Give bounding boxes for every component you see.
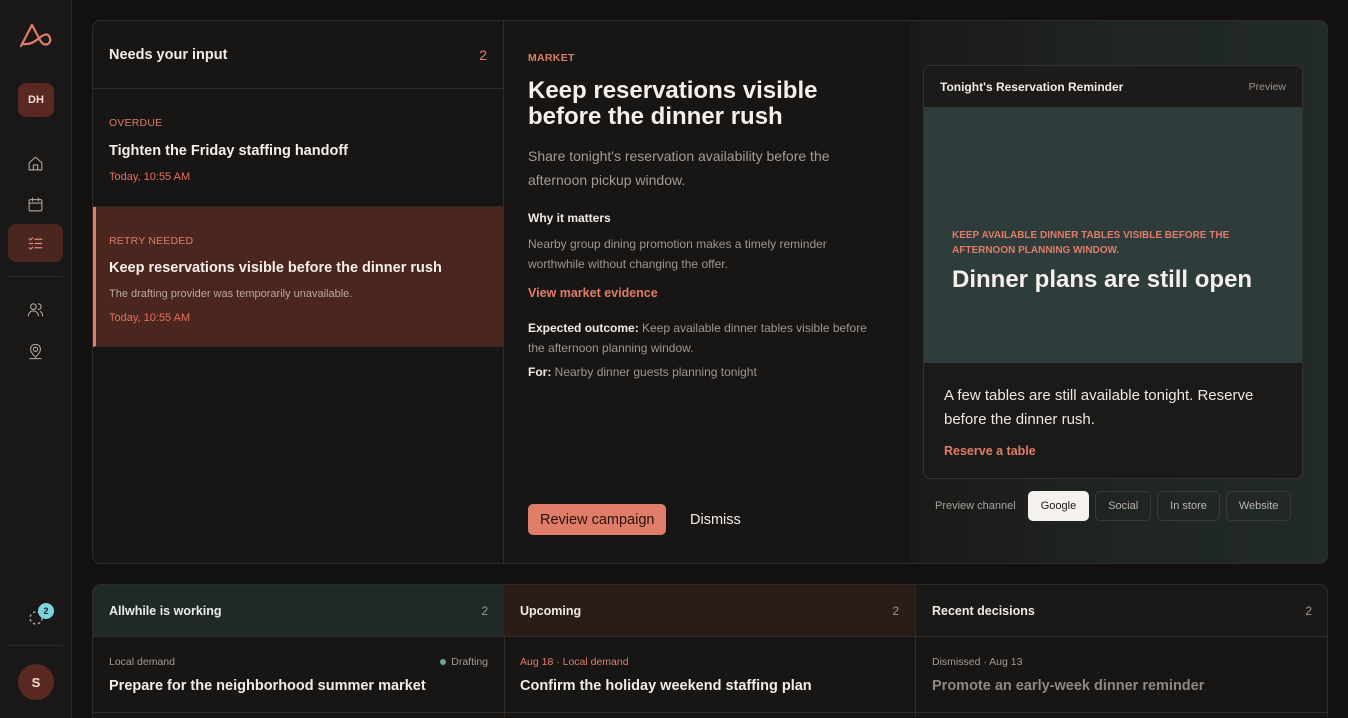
channel-label: Preview channel [935, 500, 1016, 512]
upcoming-column: Upcoming 2 Aug 18 · Local demand Confirm… [504, 585, 916, 718]
item-time: Today, 10:55 AM [109, 171, 191, 183]
item-time: Today, 10:55 AM [109, 312, 191, 324]
item-status: Drafting [440, 656, 488, 668]
column-header: Recent decisions 2 [916, 585, 1327, 637]
preview-headline: Dinner plans are still open [952, 266, 1253, 293]
dismiss-button[interactable]: Dismiss [690, 504, 741, 535]
recent-decisions-column: Recent decisions 2 Dismissed · Aug 13 Pr… [916, 585, 1327, 718]
column-count: 2 [892, 603, 899, 618]
working-column: Allwhile is working 2 Local demand Draft… [93, 585, 505, 718]
item-meta: Local demand [109, 656, 175, 668]
preview-tag: Preview [1248, 80, 1286, 93]
item-note: The drafting provider was temporarily un… [109, 288, 353, 300]
nav-tasks[interactable] [8, 224, 63, 262]
home-icon [28, 156, 43, 170]
item-title: Prepare for the neighborhood summer mark… [109, 678, 426, 694]
preview-body: A few tables are still available tonight… [944, 387, 1254, 428]
preview-area: Tonight's Reservation Reminder Preview K… [910, 21, 1327, 563]
inbox-item-retry-selected[interactable]: RETRY NEEDED Keep reservations visible b… [93, 207, 503, 347]
preview-eyebrow: KEEP AVAILABLE DINNER TABLES VISIBLE BEF… [952, 230, 1230, 256]
item-tag: RETRY NEEDED [109, 235, 194, 247]
nav-location[interactable] [8, 332, 63, 370]
channel-social[interactable]: Social [1095, 491, 1152, 521]
needs-input-header: Needs your input 2 [93, 21, 503, 89]
reserve-table-link[interactable]: Reserve a table [944, 444, 1036, 458]
decision-panel: Needs your input 2 OVERDUE Tighten the F… [92, 20, 1328, 564]
sidebar: DH 2 S [0, 0, 72, 718]
sidebar-divider [8, 645, 63, 646]
column-count: 2 [481, 603, 488, 618]
board-item[interactable]: Local demand Drafting Prepare for the ne… [93, 637, 504, 713]
channel-website[interactable]: Website [1225, 491, 1292, 521]
preview-title: Tonight's Reservation Reminder [940, 79, 1124, 94]
needs-input-count: 2 [479, 46, 487, 63]
nav-home[interactable] [8, 144, 63, 182]
location-person-icon [29, 343, 42, 359]
sidebar-divider [8, 276, 63, 277]
preview-channel-selector: Preview channel Google Social In store W… [923, 491, 1292, 521]
detail-category: MARKET [528, 52, 575, 64]
status-label: Drafting [451, 656, 488, 668]
item-title: Keep reservations visible before the din… [109, 260, 442, 276]
column-title: Recent decisions [932, 603, 1035, 618]
detail-headline: Keep reservations visible before the din… [528, 77, 818, 130]
column-header: Allwhile is working 2 [93, 585, 504, 637]
detail-subhead: Share tonight's reservation availability… [528, 148, 830, 188]
channel-in-store[interactable]: In store [1157, 491, 1220, 521]
workspace-avatar[interactable]: DH [18, 83, 54, 117]
activity-count-badge: 2 [38, 603, 54, 619]
tasks-icon [28, 236, 43, 250]
calendar-icon [28, 197, 43, 211]
item-tag: OVERDUE [109, 117, 163, 129]
why-text: Nearby group dining promotion makes a ti… [528, 237, 827, 271]
item-title: Confirm the holiday weekend staffing pla… [520, 678, 812, 694]
board-item[interactable]: Aug 18 · Local demand Confirm the holida… [504, 637, 915, 713]
review-campaign-button[interactable]: Review campaign [528, 504, 667, 535]
nav-people[interactable] [8, 290, 63, 328]
outcome-label: Expected outcome: [528, 321, 639, 335]
view-market-evidence-link[interactable]: View market evidence [528, 286, 658, 300]
people-icon [27, 302, 44, 316]
item-meta: Aug 18 · Local demand [520, 656, 629, 668]
needs-input-list: Needs your input 2 OVERDUE Tighten the F… [93, 21, 504, 563]
audience: For: Nearby dinner guests planning tonig… [528, 362, 868, 382]
status-dot-icon [440, 659, 447, 665]
column-title: Allwhile is working [109, 603, 222, 618]
needs-input-title: Needs your input [109, 46, 228, 63]
item-title: Tighten the Friday staffing handoff [109, 143, 348, 159]
why-heading: Why it matters [528, 211, 611, 225]
column-count: 2 [1305, 603, 1312, 618]
audience-text: Nearby dinner guests planning tonight [554, 365, 757, 379]
column-title: Upcoming [520, 603, 582, 618]
column-header: Upcoming 2 [504, 585, 915, 637]
for-label: For: [528, 365, 552, 379]
item-meta: Dismissed · Aug 13 [932, 656, 1023, 668]
user-avatar[interactable]: S [18, 664, 54, 700]
status-board: Allwhile is working 2 Local demand Draft… [92, 584, 1328, 718]
inbox-item-overdue[interactable]: OVERDUE Tighten the Friday staffing hand… [93, 89, 503, 207]
channel-google[interactable]: Google [1027, 491, 1090, 521]
board-item[interactable]: Dismissed · Aug 13 Promote an early-week… [916, 637, 1327, 713]
ad-preview-card: Tonight's Reservation Reminder Preview K… [923, 65, 1303, 479]
preview-header: Tonight's Reservation Reminder Preview [924, 66, 1302, 107]
nav-calendar[interactable] [8, 185, 63, 223]
app-logo-icon[interactable] [19, 22, 53, 50]
campaign-detail: MARKET Keep reservations visible before … [504, 21, 910, 563]
item-title: Promote an early-week dinner reminder [932, 678, 1205, 694]
expected-outcome: Expected outcome: Keep available dinner … [528, 318, 868, 358]
